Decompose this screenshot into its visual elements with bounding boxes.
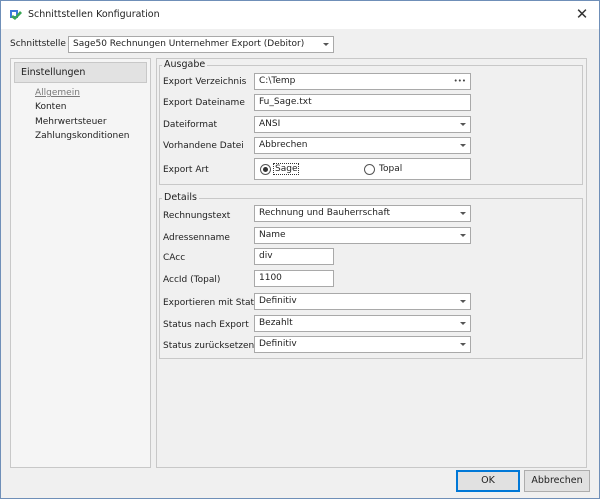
invoice-text-select[interactable]: Rechnung und Bauherrschaft [254, 205, 471, 222]
chevron-down-icon [460, 123, 466, 126]
cacc-label: CAcc [163, 253, 186, 263]
chevron-down-icon [460, 144, 466, 147]
sidebar-item-zahlungskonditionen[interactable]: Zahlungskonditionen [35, 131, 130, 141]
radio-sage[interactable] [260, 164, 271, 175]
app-icon [10, 10, 22, 20]
existing-file-label: Vorhandene Datei [163, 141, 244, 151]
export-dir-field[interactable]: C:\Temp ••• [254, 73, 471, 90]
sidebar-item-mehrwertsteuer[interactable]: Mehrwertsteuer [35, 117, 107, 127]
address-name-select[interactable]: Name [254, 227, 471, 244]
file-format-value: ANSI [259, 119, 281, 129]
chevron-down-icon [460, 322, 466, 325]
details-group-title: Details [162, 192, 199, 203]
chevron-down-icon [460, 343, 466, 346]
dialog-window: Schnittstellen Konfiguration ✕ Schnittst… [0, 0, 600, 499]
cacc-field[interactable]: div [254, 248, 334, 265]
invoice-text-value: Rechnung und Bauherrschaft [259, 208, 390, 218]
export-type-group: Sage Topal [254, 158, 471, 180]
details-group [159, 198, 583, 359]
accid-field[interactable]: 1100 [254, 270, 334, 287]
cancel-button[interactable]: Abbrechen [524, 470, 590, 492]
interface-select-value: Sage50 Rechnungen Unternehmer Export (De… [73, 39, 305, 49]
status-after-export-value: Bezahlt [259, 318, 293, 328]
export-with-status-label: Exportieren mit Status [163, 298, 265, 308]
export-with-status-select[interactable]: Definitiv [254, 293, 471, 310]
radio-topal[interactable] [364, 164, 375, 175]
sidebar-item-allgemein[interactable]: Allgemein [35, 88, 80, 98]
export-filename-field[interactable]: Fu_Sage.txt [254, 94, 471, 111]
ausgabe-group-title: Ausgabe [162, 59, 208, 70]
chevron-down-icon [323, 43, 329, 46]
status-reset-value: Definitiv [259, 339, 297, 349]
radio-sage-label[interactable]: Sage [272, 163, 300, 175]
existing-file-select[interactable]: Abbrechen [254, 137, 471, 154]
interface-label: Schnittstelle [10, 39, 66, 49]
sidebar-item-konten[interactable]: Konten [35, 102, 66, 112]
status-reset-label: Status zurücksetzen [163, 341, 255, 351]
status-reset-select[interactable]: Definitiv [254, 336, 471, 353]
export-dir-value: C:\Temp [259, 76, 296, 86]
export-dir-label: Export Verzeichnis [163, 77, 247, 87]
chevron-down-icon [460, 234, 466, 237]
address-name-value: Name [259, 230, 286, 240]
status-after-export-label: Status nach Export [163, 320, 249, 330]
export-with-status-value: Definitiv [259, 296, 297, 306]
file-format-label: Dateiformat [163, 120, 218, 130]
chevron-down-icon [460, 300, 466, 303]
export-type-label: Export Art [163, 165, 209, 175]
window-title: Schnittstellen Konfiguration [28, 9, 160, 20]
title-bar: Schnittstellen Konfiguration ✕ [1, 1, 599, 29]
chevron-down-icon [460, 212, 466, 215]
status-after-export-select[interactable]: Bezahlt [254, 315, 471, 332]
existing-file-value: Abbrechen [259, 140, 308, 150]
interface-select[interactable]: Sage50 Rechnungen Unternehmer Export (De… [68, 36, 334, 53]
accid-label: AccId (Topal) [163, 275, 221, 285]
file-format-select[interactable]: ANSI [254, 116, 471, 133]
radio-topal-label[interactable]: Topal [379, 164, 402, 174]
ok-button[interactable]: OK [456, 470, 520, 492]
invoice-text-label: Rechnungstext [163, 211, 231, 221]
sidebar-header[interactable]: Einstellungen [14, 62, 147, 83]
sidebar: Einstellungen Allgemein Konten Mehrwerts… [10, 58, 151, 468]
export-filename-label: Export Dateiname [163, 98, 245, 108]
browse-icon[interactable]: ••• [454, 74, 466, 89]
address-name-label: Adressenname [163, 233, 230, 243]
close-icon[interactable]: ✕ [571, 4, 593, 24]
